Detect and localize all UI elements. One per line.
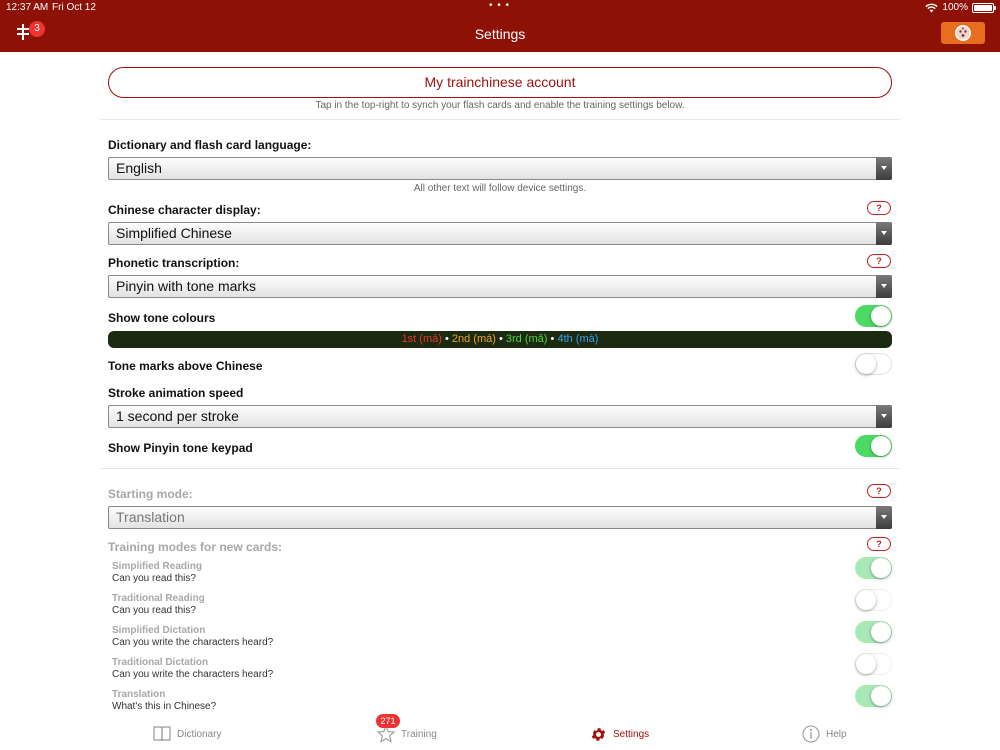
phonetic-label: Phonetic transcription: <box>108 256 240 270</box>
tone-marks-above-toggle[interactable] <box>855 353 892 375</box>
tone-1: 1st (mā) <box>401 333 442 345</box>
character-display-help-button[interactable]: ? <box>867 201 891 215</box>
character-display-value: Simplified Chinese <box>116 225 232 241</box>
dropdown-arrow-icon <box>876 275 892 298</box>
pinyin-keypad-label: Show Pinyin tone keypad <box>108 441 253 455</box>
tone-2: 2nd (má) <box>451 333 496 345</box>
mode-traditional-dictation-toggle[interactable] <box>855 653 892 675</box>
mode-simplified-reading-toggle[interactable] <box>855 557 892 579</box>
tab-settings[interactable]: Settings <box>590 718 649 750</box>
dropdown-arrow-icon <box>876 506 892 529</box>
character-display-select[interactable]: Simplified Chinese <box>108 222 892 245</box>
dictionary-language-value: English <box>116 160 162 176</box>
mode-simplified-dictation-toggle[interactable] <box>855 621 892 643</box>
mode-simplified-dictation-title: Simplified Dictation <box>112 625 206 636</box>
character-display-label: Chinese character display: <box>108 203 261 217</box>
info-icon <box>802 725 820 743</box>
tone-marks-above-label: Tone marks above Chinese <box>108 359 263 373</box>
tab-bar: Dictionary Training 271 Settings Help <box>0 714 1000 750</box>
dictionary-language-select[interactable]: English <box>108 157 892 180</box>
tab-training-label: Training <box>401 728 437 740</box>
battery-percent: 100% <box>942 2 968 13</box>
mode-simplified-dictation-subtitle: Can you write the characters heard? <box>112 637 274 648</box>
mode-traditional-dictation-title: Traditional Dictation <box>112 657 209 668</box>
tone-separator: • <box>550 333 555 345</box>
tab-help-label: Help <box>826 728 847 740</box>
tab-dictionary-label: Dictionary <box>177 728 222 740</box>
status-right: 100% <box>925 2 996 13</box>
tone-colours-toggle[interactable] <box>855 305 892 327</box>
page-title: Settings <box>474 26 526 42</box>
dropdown-arrow-icon <box>876 222 892 245</box>
divider <box>100 468 900 469</box>
tone-3: 3rd (mǎ) <box>505 333 548 345</box>
pinyin-keypad-toggle[interactable] <box>855 435 892 457</box>
gear-icon <box>591 727 606 741</box>
phonetic-select[interactable]: Pinyin with tone marks <box>108 275 892 298</box>
battery-icon <box>972 2 996 13</box>
starting-mode-label: Starting mode: <box>108 487 193 501</box>
top-bar: 12:37 AM Fri Oct 12 • • • 100% 3 Setting… <box>0 0 1000 52</box>
phonetic-help-button[interactable]: ? <box>867 254 891 268</box>
starting-mode-value: Translation <box>116 509 185 525</box>
mode-simplified-reading-title: Simplified Reading <box>112 561 203 572</box>
settings-content: My trainchinese account Tap in the top-r… <box>0 52 1000 718</box>
phonetic-value: Pinyin with tone marks <box>116 278 257 294</box>
stroke-speed-value: 1 second per stroke <box>116 408 239 424</box>
wifi-icon <box>925 3 939 12</box>
dropdown-arrow-icon <box>876 157 892 180</box>
account-hint: Tap in the top-right to synch your flash… <box>315 100 685 111</box>
status-multitask-dots: • • • <box>489 0 511 11</box>
tone-separator: • <box>444 333 449 345</box>
tone-4: 4th (mà) <box>557 333 599 345</box>
mode-traditional-reading-subtitle: Can you read this? <box>112 605 196 616</box>
mode-simplified-reading-subtitle: Can you read this? <box>112 573 196 584</box>
mode-traditional-dictation-subtitle: Can you write the characters heard? <box>112 669 274 680</box>
status-time: 12:37 AM <box>6 2 49 13</box>
mode-traditional-reading-toggle[interactable] <box>855 589 892 611</box>
training-badge: 271 <box>376 714 400 728</box>
starting-mode-help-button[interactable]: ? <box>867 484 891 498</box>
tab-dictionary[interactable]: Dictionary <box>153 718 221 750</box>
avatar-icon <box>955 25 971 41</box>
dropdown-arrow-icon <box>876 405 892 428</box>
mode-translation-toggle[interactable] <box>855 685 892 707</box>
book-icon <box>153 726 171 742</box>
mode-traditional-reading-title: Traditional Reading <box>112 593 205 604</box>
mode-translation-title: Translation <box>112 689 166 700</box>
dictionary-language-hint: All other text will follow device settin… <box>413 183 587 194</box>
stroke-speed-select[interactable]: 1 second per stroke <box>108 405 892 428</box>
tone-colours-label: Show tone colours <box>108 311 216 325</box>
training-modes-label: Training modes for new cards: <box>108 540 283 554</box>
tab-settings-label: Settings <box>613 728 650 740</box>
starting-mode-select[interactable]: Translation <box>108 506 892 529</box>
mode-translation-subtitle: What's this in Chinese? <box>112 701 217 712</box>
account-avatar-button[interactable] <box>941 22 985 44</box>
tone-separator: • <box>498 333 503 345</box>
tab-help[interactable]: Help <box>802 718 847 750</box>
my-account-button[interactable]: My trainchinese account <box>108 67 892 98</box>
divider <box>100 119 900 120</box>
dictionary-language-label: Dictionary and flash card language: <box>108 138 312 152</box>
stroke-speed-label: Stroke animation speed <box>108 386 244 400</box>
status-date: Fri Oct 12 <box>52 2 96 13</box>
training-modes-help-button[interactable]: ? <box>867 537 891 551</box>
tone-colours-preview: 1st (mā) • 2nd (má) • 3rd (mǎ) • 4th (mà… <box>108 331 892 348</box>
